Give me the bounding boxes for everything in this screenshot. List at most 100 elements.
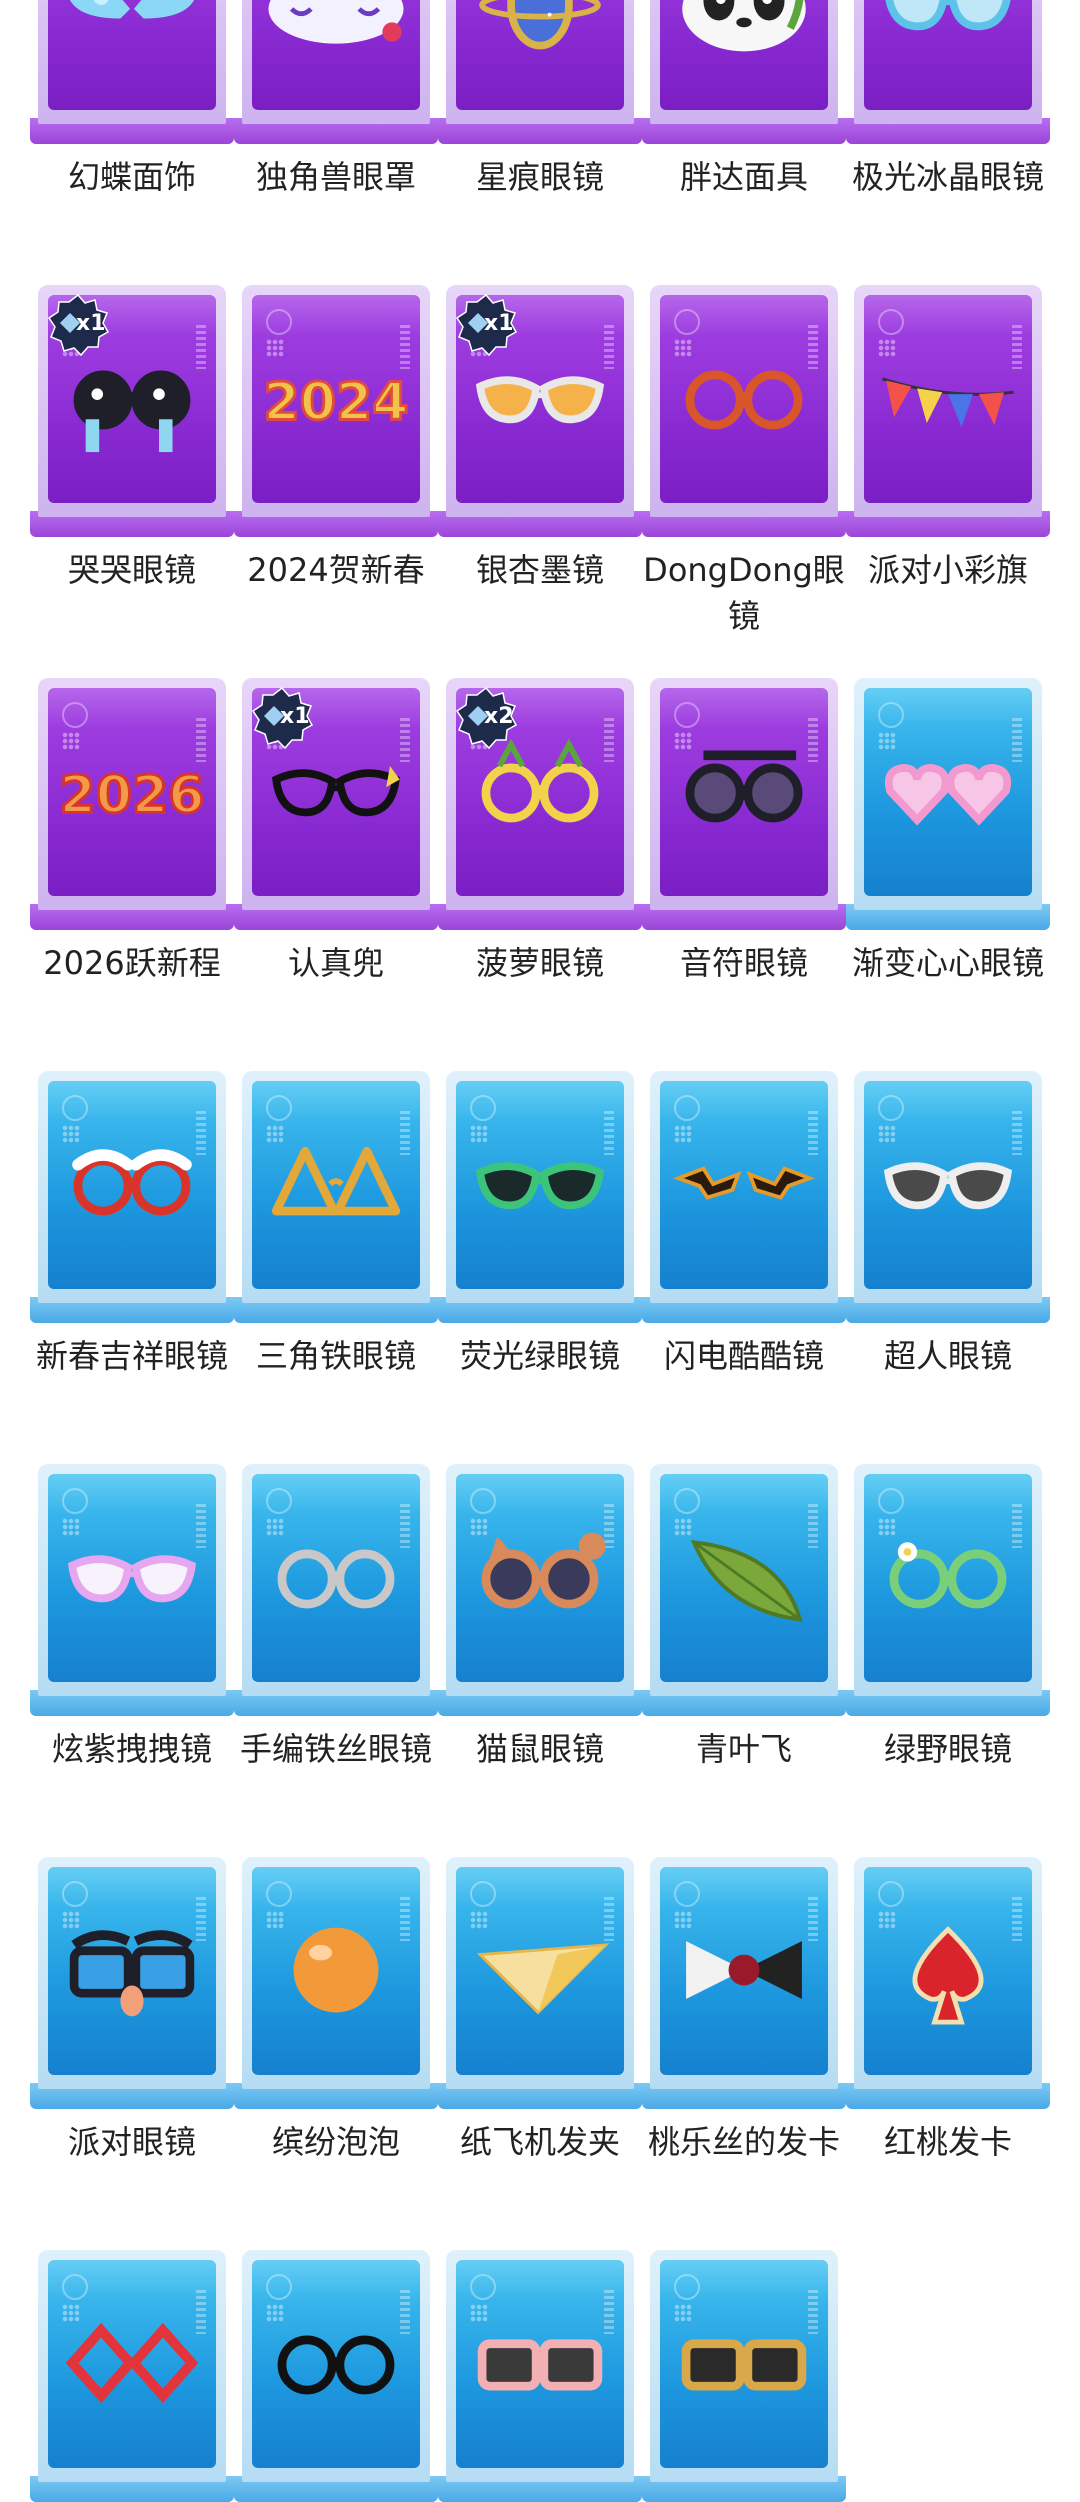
green-flower-glasses-icon: [889, 1542, 1007, 1609]
card-inner-panel: 2024: [252, 295, 420, 503]
accessory-card[interactable]: [30, 0, 234, 144]
accessory-card[interactable]: [642, 2250, 846, 2502]
accessory-card[interactable]: [234, 1464, 438, 1716]
snow-red-glasses-icon: [72, 1149, 192, 1216]
accessory-card[interactable]: [438, 2250, 642, 2502]
black-round-glasses-icon: [277, 2335, 395, 2395]
accessory-card[interactable]: [846, 0, 1050, 144]
music-note-glasses-icon: [685, 750, 803, 823]
accessory-card[interactable]: [234, 0, 438, 144]
accessory-card[interactable]: x1: [234, 678, 438, 930]
card-inner-panel: [660, 1081, 828, 1289]
heart-glasses-icon: [884, 764, 1012, 826]
accessory-card[interactable]: [438, 1857, 642, 2109]
crying-glasses-icon: [73, 370, 191, 453]
accessory-card[interactable]: [438, 1464, 642, 1716]
brand-mark-icon: [878, 702, 904, 728]
card-inner-panel: 2026: [48, 688, 216, 896]
accessory-card[interactable]: [30, 2250, 234, 2502]
card-display-box: [242, 1464, 430, 1696]
accessory-card[interactable]: [30, 1464, 234, 1716]
accessory-card[interactable]: x1: [438, 285, 642, 537]
card-display-box: x1: [242, 678, 430, 910]
white-cateye-glasses-icon: [883, 1162, 1013, 1210]
card-display-box: [854, 285, 1042, 517]
accessory-card[interactable]: 2026: [30, 678, 234, 930]
accessory-card[interactable]: [438, 1071, 642, 1323]
brand-mark-icon: [878, 1881, 904, 1907]
brand-mark-icon: [470, 1881, 496, 1907]
accessory-name: 哭哭眼镜: [67, 551, 196, 589]
accessory-name: 派对眼镜: [67, 2123, 196, 2161]
accessory-card[interactable]: [846, 285, 1050, 537]
accessory-card[interactable]: [642, 0, 846, 144]
accessory-card[interactable]: x2: [438, 678, 642, 930]
green-camo-glasses-icon: [475, 1162, 605, 1210]
card-inner-panel: [456, 1081, 624, 1289]
accessory-name: 胖达面具: [679, 158, 808, 196]
accessory-card[interactable]: [846, 1071, 1050, 1323]
accessory-grid: 幻蝶面饰 独角兽眼罩 星痕眼镜 胖达面具 极光冰晶眼镜 x1 哭哭眼镜 2024 2024贺新春…: [0, 0, 1080, 2502]
bow-hairpin-icon: [686, 1941, 802, 1999]
accessory-name: 超人眼镜: [883, 1337, 1012, 1375]
card-display-box: [446, 1071, 634, 1303]
card-inner-panel: [864, 0, 1032, 110]
accessory-card[interactable]: [438, 0, 642, 144]
card-display-box: 2026: [38, 678, 226, 910]
card-display-box: [650, 285, 838, 517]
accessory-card[interactable]: [234, 1071, 438, 1323]
accessory-name: 手编铁丝眼镜: [239, 1730, 432, 1768]
card-inner-panel: [48, 1867, 216, 2075]
accessory-card[interactable]: [642, 678, 846, 930]
card-display-box: [38, 2250, 226, 2482]
card-inner-panel: [864, 1867, 1032, 2075]
card-display-box: [242, 1071, 430, 1303]
accessory-card[interactable]: [642, 1464, 846, 1716]
card-display-box: 2024: [242, 285, 430, 517]
accessory-name: 独角兽眼罩: [255, 158, 416, 196]
accessory-card[interactable]: [846, 678, 1050, 930]
accessory-name: 闪电酷酷镜: [663, 1337, 824, 1375]
brand-mark-icon: [266, 1095, 292, 1121]
card-display-box: [854, 678, 1042, 910]
card-inner-panel: [660, 2260, 828, 2468]
accessory-card[interactable]: x1: [30, 285, 234, 537]
black-cateye-glasses-icon: [271, 765, 401, 817]
card-inner-panel: [48, 0, 216, 110]
card-display-box: [650, 0, 838, 124]
badge-count: x2: [484, 704, 514, 729]
card-inner-panel: [456, 1867, 624, 2075]
accessory-card[interactable]: 2024: [234, 285, 438, 537]
card-inner-panel: [252, 1081, 420, 1289]
accessory-name: 银杏墨镜: [475, 551, 604, 589]
svg-text:2026: 2026: [60, 765, 205, 825]
accessory-card[interactable]: [234, 1857, 438, 2109]
accessory-card[interactable]: [30, 1857, 234, 2109]
accessory-card[interactable]: [642, 285, 846, 537]
bunting-flags-icon: [881, 377, 1014, 427]
accessory-card[interactable]: [846, 1857, 1050, 2109]
accessory-name: 三角铁眼镜: [255, 1337, 416, 1375]
accessory-card[interactable]: [642, 1071, 846, 1323]
accessory-name: 红桃发卡: [883, 2123, 1012, 2161]
brand-mark-icon: [674, 1881, 700, 1907]
card-display-box: [446, 2250, 634, 2482]
accessory-name: 菠萝眼镜: [475, 944, 604, 982]
accessory-card[interactable]: [30, 1071, 234, 1323]
black-square-sunglasses-icon: [681, 2339, 807, 2391]
accessory-card[interactable]: [846, 1464, 1050, 1716]
quantity-badge: x1: [46, 293, 110, 357]
accessory-card[interactable]: [642, 1857, 846, 2109]
pineapple-glasses-icon: [481, 738, 599, 823]
card-display-box: [854, 0, 1042, 124]
card-inner-panel: [864, 295, 1032, 503]
pink-sunglasses-icon: [477, 2339, 603, 2391]
card-inner-panel: [456, 1474, 624, 1682]
brand-mark-icon: [266, 2274, 292, 2300]
purple-glasses-icon: [67, 1555, 197, 1603]
brand-mark-icon: [674, 702, 700, 728]
accessory-card[interactable]: [234, 2250, 438, 2502]
brand-mark-icon: [674, 1095, 700, 1121]
accessory-name: 新春吉祥眼镜: [35, 1337, 228, 1375]
card-display-box: [854, 1857, 1042, 2089]
